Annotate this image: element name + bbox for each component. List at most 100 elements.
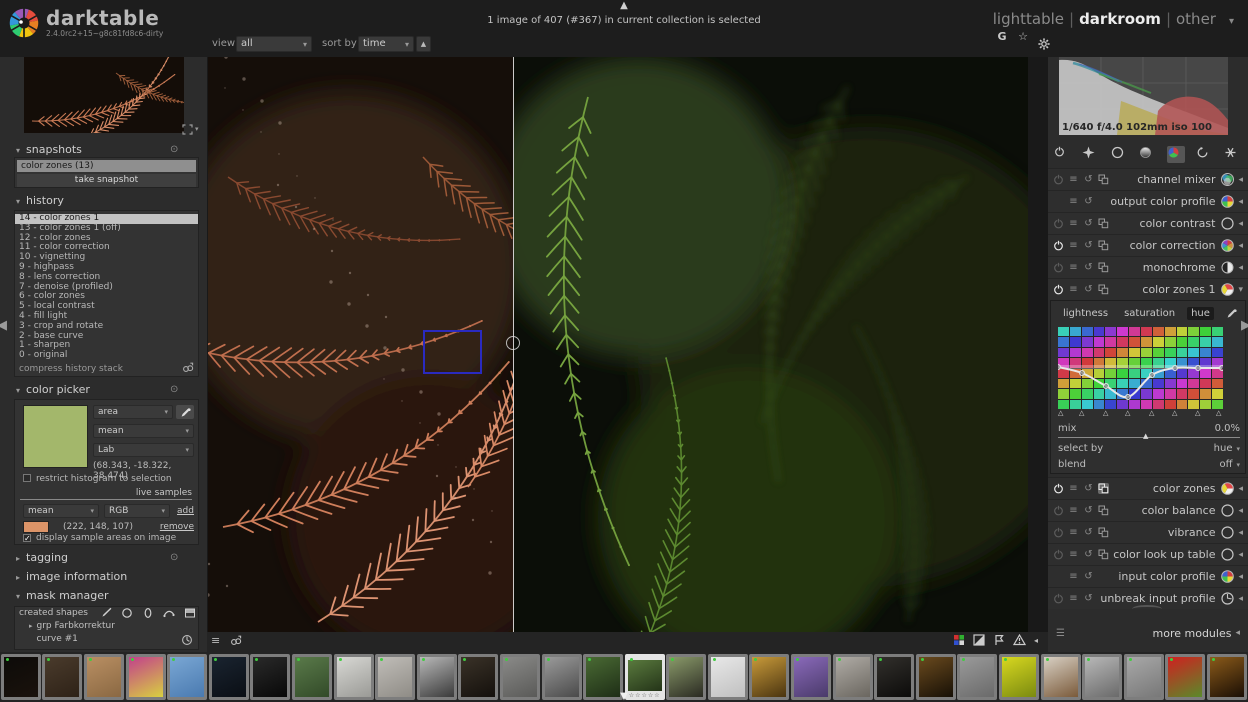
multi-instance-icon[interactable]: ≡ <box>1068 549 1079 560</box>
mix-slider[interactable]: mix 0.0% <box>1058 423 1240 434</box>
cz-grid-cell[interactable] <box>1188 368 1200 378</box>
cz-grid-cell[interactable] <box>1081 347 1093 358</box>
correction-group-icon[interactable] <box>1196 146 1214 163</box>
color-zones-grid[interactable] <box>1058 327 1223 409</box>
filmstrip-thumbnail[interactable] <box>832 654 873 700</box>
cz-grid-cell[interactable] <box>1200 399 1212 409</box>
blend-dropdown[interactable]: blend off ▾ <box>1058 459 1240 470</box>
module-expand-arrow[interactable]: ◂ <box>1238 197 1243 207</box>
cz-grid-cell[interactable] <box>1152 337 1164 347</box>
history-item[interactable]: 0 - original <box>15 350 198 361</box>
cz-grid-cell[interactable] <box>1152 389 1164 399</box>
sort-ascending-button[interactable]: ▲ <box>416 36 431 52</box>
favorites-icon[interactable] <box>1082 146 1100 163</box>
cz-grid-cell[interactable] <box>1164 327 1176 337</box>
module-input-color-profile[interactable]: ≡ ↺ input color profile ◂ <box>1048 565 1248 587</box>
color-group-icon[interactable] <box>1167 145 1186 163</box>
cz-grid-cell[interactable] <box>1164 358 1176 368</box>
cz-grid-cell[interactable] <box>1117 378 1129 389</box>
cz-grid-cell[interactable] <box>1081 378 1093 389</box>
select-by-dropdown[interactable]: select by hue ▾ <box>1058 443 1240 454</box>
cz-tab-saturation[interactable]: saturation <box>1120 307 1179 320</box>
cz-grid-cell[interactable] <box>1093 389 1105 399</box>
cz-grid-cell[interactable] <box>1058 327 1069 337</box>
module-color-balance[interactable]: ≡ ↺ color balance ◂ <box>1048 499 1248 521</box>
cz-grid-cell[interactable] <box>1188 337 1200 347</box>
snapshots-header[interactable]: ▾ snapshots <box>16 143 82 156</box>
image-information-header[interactable]: ▸ image information <box>16 570 127 583</box>
cz-grid-cell[interactable] <box>1093 358 1105 368</box>
gradient-icon[interactable] <box>184 607 196 619</box>
filmstrip-thumbnail[interactable] <box>1165 654 1206 700</box>
live-sample-swatch[interactable] <box>23 521 49 533</box>
multi-instance-icon[interactable]: ≡ <box>1068 571 1079 582</box>
filmstrip-thumbnail[interactable] <box>208 654 249 700</box>
raw-overexposure-icon[interactable] <box>1012 634 1026 646</box>
module-color-zones[interactable]: ≡ ↺ color zones ◂ <box>1048 477 1248 499</box>
picker-colorspace-dropdown[interactable]: Lab ▾ <box>93 443 194 457</box>
collapse-top-panel-icon[interactable]: ▲ <box>612 0 636 12</box>
module-power-icon[interactable] <box>1053 593 1064 604</box>
active-modules-icon[interactable] <box>1054 146 1072 163</box>
cz-grid-cell[interactable] <box>1176 389 1188 399</box>
cz-grid-cell[interactable] <box>1081 368 1093 378</box>
remove-sample-button[interactable]: remove <box>160 522 194 532</box>
filmstrip-thumbnail[interactable] <box>499 654 540 700</box>
module-color-correction[interactable]: ≡ ↺ color correction ◂ <box>1048 234 1248 256</box>
cz-grid-cell[interactable] <box>1105 347 1117 358</box>
filmstrip-thumbnail[interactable] <box>375 654 416 700</box>
collapse-filmstrip-icon[interactable]: ▼ <box>612 691 636 702</box>
cz-grid-cell[interactable] <box>1069 327 1081 337</box>
filmstrip-thumbnail[interactable] <box>707 654 748 700</box>
path-icon[interactable] <box>163 607 175 619</box>
filmstrip-thumbnail[interactable] <box>167 654 208 700</box>
cz-grid-cell[interactable] <box>1140 378 1152 389</box>
brush-icon[interactable] <box>100 607 112 619</box>
cz-grid-cell[interactable] <box>1152 378 1164 389</box>
filmstrip-thumbnail[interactable] <box>1082 654 1123 700</box>
module-power-icon[interactable] <box>1053 549 1064 560</box>
module-color-zones-1[interactable]: ≡ ↺ color zones 1 ▾ <box>1048 278 1248 300</box>
filmstrip-thumbnail[interactable] <box>1040 654 1081 700</box>
filmstrip-thumbnail[interactable] <box>749 654 790 700</box>
edited-image[interactable] <box>208 57 1028 632</box>
multi-instance-icon[interactable]: ≡ <box>1068 505 1079 516</box>
hamburger-icon[interactable]: ≡ <box>211 634 220 647</box>
restrict-histogram-checkbox[interactable]: restrict histogram to selection <box>23 474 172 484</box>
cz-grid-cell[interactable] <box>1081 358 1093 368</box>
cz-grid-cell[interactable] <box>1164 399 1176 409</box>
mask-item[interactable]: ▸ grp Farbkorrektur <box>15 620 198 633</box>
cz-grid-cell[interactable] <box>1164 368 1176 378</box>
reset-icon[interactable]: ↺ <box>1083 527 1094 538</box>
cz-grid-cell[interactable] <box>1176 399 1188 409</box>
filmstrip-thumbnail[interactable] <box>42 654 83 700</box>
collapse-left-panel-icon[interactable]: ◀ <box>0 318 7 333</box>
module-power-icon[interactable] <box>1053 483 1064 494</box>
cz-grid-cell[interactable] <box>1129 337 1140 347</box>
multi-instance-icon[interactable]: ≡ <box>1068 284 1079 295</box>
module-power-icon[interactable] <box>1053 505 1064 516</box>
module-expand-arrow[interactable]: ◂ <box>1238 550 1243 560</box>
module-power-icon[interactable] <box>1053 174 1064 185</box>
cz-grid-cell[interactable] <box>1117 337 1129 347</box>
module-power-icon[interactable] <box>1053 240 1064 251</box>
cz-grid-cell[interactable] <box>1058 358 1069 368</box>
module-power-icon[interactable] <box>1053 262 1064 273</box>
module-vibrance[interactable]: ≡ ↺ vibrance ◂ <box>1048 521 1248 543</box>
reset-icon[interactable]: ↺ <box>1083 284 1094 295</box>
cz-grid-cell[interactable] <box>1200 378 1212 389</box>
multi-instance-icon[interactable]: ≡ <box>1068 593 1079 604</box>
cz-grid-cell[interactable] <box>1176 327 1188 337</box>
cz-grid-cell[interactable] <box>1093 337 1105 347</box>
cz-grid-cell[interactable] <box>1129 368 1140 378</box>
multi-instance-icon[interactable]: ≡ <box>1068 262 1079 273</box>
cz-grid-cell[interactable] <box>1069 358 1081 368</box>
cz-boundary-marker[interactable]: △ <box>1058 409 1063 417</box>
filmstrip-thumbnail[interactable] <box>416 654 457 700</box>
cz-grid-cell[interactable] <box>1176 378 1188 389</box>
module-expand-arrow[interactable]: ◂ <box>1238 263 1243 273</box>
cz-grid-cell[interactable] <box>1200 347 1212 358</box>
cz-grid-cell[interactable] <box>1176 347 1188 358</box>
presets-icon[interactable] <box>1098 505 1109 516</box>
cz-grid-cell[interactable] <box>1081 327 1093 337</box>
